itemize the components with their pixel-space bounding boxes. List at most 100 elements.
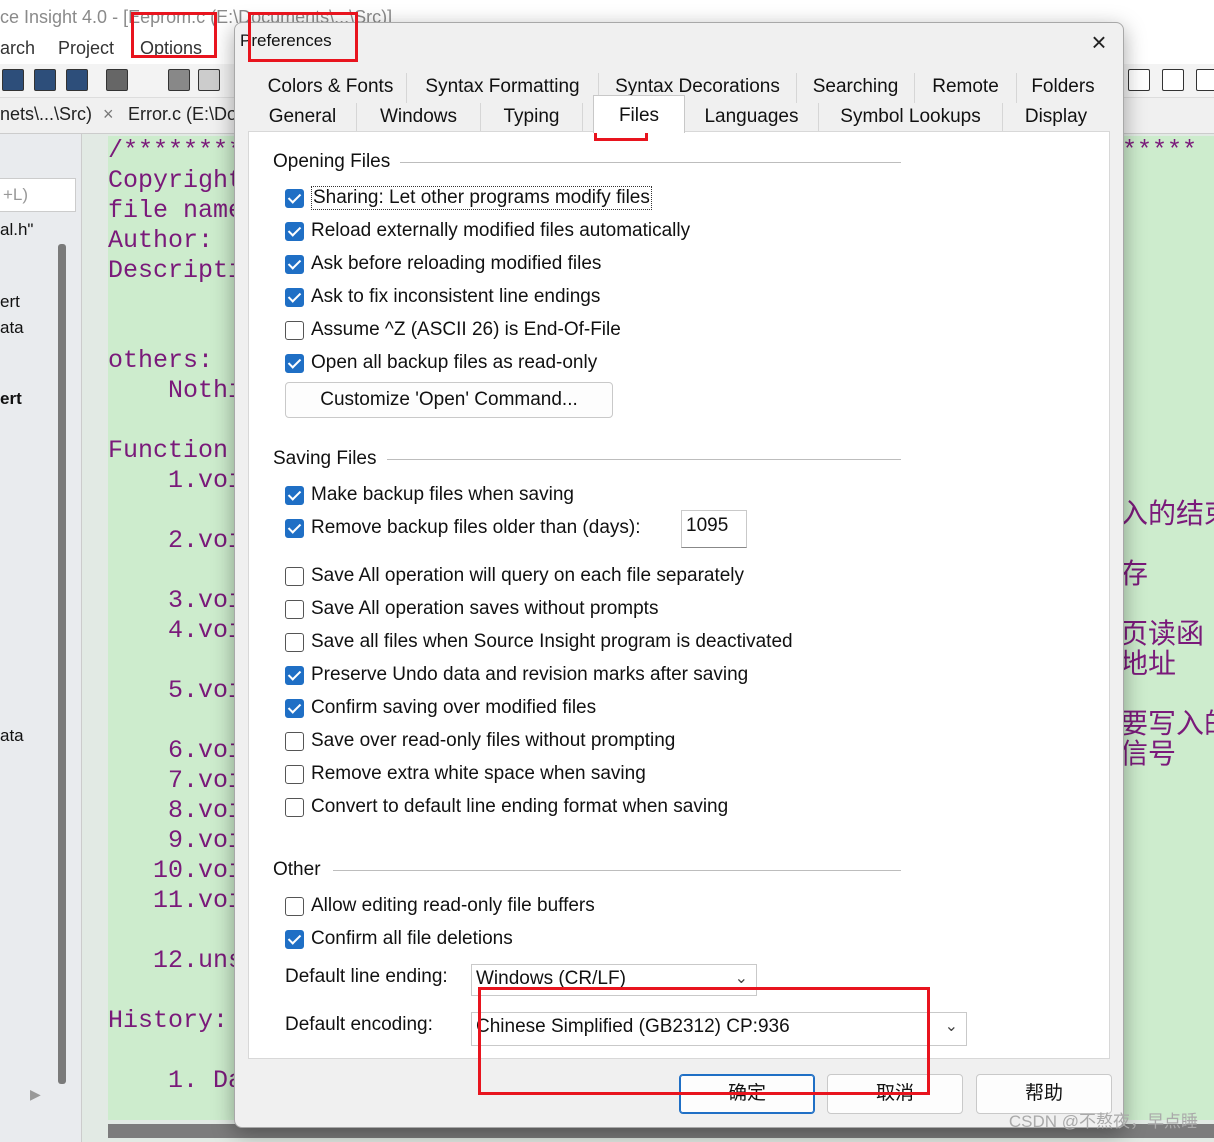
checkbox-icon[interactable] xyxy=(285,353,304,373)
code-line: 4.voi xyxy=(108,616,244,645)
checkbox-label: Ask to fix inconsistent line endings xyxy=(311,286,601,307)
symbol-search-input[interactable]: +L) xyxy=(0,178,76,212)
sidebar-item[interactable]: al.h" xyxy=(0,220,33,240)
save-icon[interactable] xyxy=(2,69,24,91)
checkbox-icon[interactable] xyxy=(285,599,304,619)
encoding-select[interactable]: Chinese Simplified (GB2312) CP:936 ⌄ xyxy=(471,1012,967,1046)
checkbox-label: Reload externally modified files automat… xyxy=(311,220,691,241)
checkbox-icon[interactable] xyxy=(285,731,304,751)
outline-icon[interactable] xyxy=(1162,69,1184,91)
tab-remote[interactable]: Remote xyxy=(915,73,1017,103)
symbol-icon[interactable] xyxy=(1196,69,1214,91)
tab-symbol-lookups[interactable]: Symbol Lookups xyxy=(819,103,1003,133)
line-ending-value: Windows (CR/LF) xyxy=(476,968,626,989)
group-divider xyxy=(381,459,901,460)
checkbox-ask-before-reload[interactable]: Ask before reloading modified files xyxy=(285,251,601,277)
code-line: History: xyxy=(108,1006,229,1035)
checkbox-label: Remove backup files older than (days): xyxy=(311,517,641,538)
tab-display[interactable]: Display xyxy=(1003,103,1109,133)
ok-button[interactable]: 确定 xyxy=(679,1074,815,1114)
backup-days-input[interactable]: 1095 xyxy=(681,510,747,548)
code-line: 1. Da xyxy=(108,1066,244,1095)
checkbox-label: Save over read-only files without prompt… xyxy=(311,730,676,751)
tab-folders[interactable]: Folders xyxy=(1017,73,1109,103)
checkbox-convert-line-ending[interactable]: Convert to default line ending format wh… xyxy=(285,794,728,820)
checkbox-icon[interactable] xyxy=(285,929,304,949)
checkbox-icon[interactable] xyxy=(285,665,304,685)
tab-languages[interactable]: Languages xyxy=(685,103,819,133)
close-icon[interactable]: × xyxy=(1085,29,1113,57)
save-all-icon[interactable] xyxy=(34,69,56,91)
file-tab[interactable]: Error.c (E:\Do xyxy=(128,104,237,125)
tab-searching[interactable]: Searching xyxy=(797,73,915,103)
group-title-saving-files: Saving Files xyxy=(273,448,387,470)
cut-icon[interactable] xyxy=(168,69,190,91)
file-tab-label: Error.c (E:\Do xyxy=(128,104,238,124)
sidebar-item[interactable]: ata xyxy=(0,726,24,746)
sidebar-scrollbar[interactable] xyxy=(58,244,66,1084)
tab-syntax-formatting[interactable]: Syntax Formatting xyxy=(407,73,599,103)
sidebar-item[interactable]: ert xyxy=(0,389,22,409)
checkbox-icon[interactable] xyxy=(285,188,304,208)
windows-icon[interactable] xyxy=(66,69,88,91)
close-icon[interactable]: × xyxy=(103,104,114,124)
line-ending-select[interactable]: Windows (CR/LF) ⌄ xyxy=(471,964,757,996)
checkbox-save-on-deactivate[interactable]: Save all files when Source Insight progr… xyxy=(285,629,793,655)
code-line: 11.voi xyxy=(108,886,244,915)
cancel-button[interactable]: 取消 xyxy=(827,1074,963,1114)
layout-icon[interactable] xyxy=(1128,69,1150,91)
checkbox-reload-external[interactable]: Reload externally modified files automat… xyxy=(285,218,690,244)
checkbox-icon[interactable] xyxy=(285,797,304,817)
checkbox-icon[interactable] xyxy=(285,764,304,784)
checkbox-icon[interactable] xyxy=(285,254,304,274)
checkbox-confirm-deletions[interactable]: Confirm all file deletions xyxy=(285,926,513,952)
checkbox-icon[interactable] xyxy=(285,221,304,241)
checkbox-icon[interactable] xyxy=(285,518,304,538)
menu-options[interactable]: Options xyxy=(140,38,202,59)
checkbox-label: Convert to default line ending format wh… xyxy=(311,796,729,817)
checkbox-icon[interactable] xyxy=(285,698,304,718)
checkbox-confirm-overwrite[interactable]: Confirm saving over modified files xyxy=(285,695,596,721)
checkbox-save-all-query[interactable]: Save All operation will query on each fi… xyxy=(285,563,744,589)
checkbox-icon[interactable] xyxy=(285,896,304,916)
sidebar-item[interactable]: ata xyxy=(0,318,24,338)
checkbox-edit-readonly[interactable]: Allow editing read-only file buffers xyxy=(285,893,595,919)
tab-general[interactable]: General xyxy=(249,103,357,133)
checkbox-remove-whitespace[interactable]: Remove extra white space when saving xyxy=(285,761,646,787)
files-tab-panel: Opening Files Sharing: Let other program… xyxy=(248,131,1110,1059)
tab-windows[interactable]: Windows xyxy=(357,103,481,133)
tab-colors-fonts[interactable]: Colors & Fonts xyxy=(255,73,407,103)
tab-typing[interactable]: Typing xyxy=(481,103,583,133)
checkbox-icon[interactable] xyxy=(285,485,304,505)
menu-project[interactable]: Project xyxy=(58,38,114,59)
checkbox-fix-line-endings[interactable]: Ask to fix inconsistent line endings xyxy=(285,284,600,310)
checkbox-icon[interactable] xyxy=(285,287,304,307)
sidebar-item[interactable]: ert xyxy=(0,292,20,312)
code-line: others: xyxy=(108,346,214,375)
print-icon[interactable] xyxy=(106,69,128,91)
checkbox-label: Save All operation will query on each fi… xyxy=(311,565,745,586)
checkbox-make-backups[interactable]: Make backup files when saving xyxy=(285,482,574,508)
scroll-right-icon[interactable]: ▶ xyxy=(30,1086,41,1103)
checkbox-backup-readonly[interactable]: Open all backup files as read-only xyxy=(285,350,597,376)
checkbox-icon[interactable] xyxy=(285,632,304,652)
checkbox-icon[interactable] xyxy=(285,320,304,340)
checkbox-assume-ctrl-z[interactable]: Assume ^Z (ASCII 26) is End-Of-File xyxy=(285,317,621,343)
checkbox-save-all-no-prompt[interactable]: Save All operation saves without prompts xyxy=(285,596,658,622)
checkbox-remove-old-backups[interactable]: Remove backup files older than (days): xyxy=(285,515,641,541)
checkbox-label: Save All operation saves without prompts xyxy=(311,598,659,619)
group-divider xyxy=(333,870,901,871)
copy-icon[interactable] xyxy=(198,69,220,91)
file-tab[interactable]: nets\...\Src) × xyxy=(0,104,114,125)
code-line: Copyright xyxy=(108,166,244,195)
checkbox-sharing[interactable]: Sharing: Let other programs modify files xyxy=(285,185,652,211)
checkbox-save-readonly[interactable]: Save over read-only files without prompt… xyxy=(285,728,675,754)
customize-open-command-button[interactable]: Customize 'Open' Command... xyxy=(285,382,613,418)
menu-search[interactable]: arch xyxy=(0,38,35,59)
code-line: 5.voi xyxy=(108,676,244,705)
checkbox-label: Confirm saving over modified files xyxy=(311,697,597,718)
code-line: Nothi xyxy=(108,376,244,405)
tab-files[interactable]: Files xyxy=(593,95,685,133)
checkbox-preserve-undo[interactable]: Preserve Undo data and revision marks af… xyxy=(285,662,748,688)
checkbox-icon[interactable] xyxy=(285,566,304,586)
